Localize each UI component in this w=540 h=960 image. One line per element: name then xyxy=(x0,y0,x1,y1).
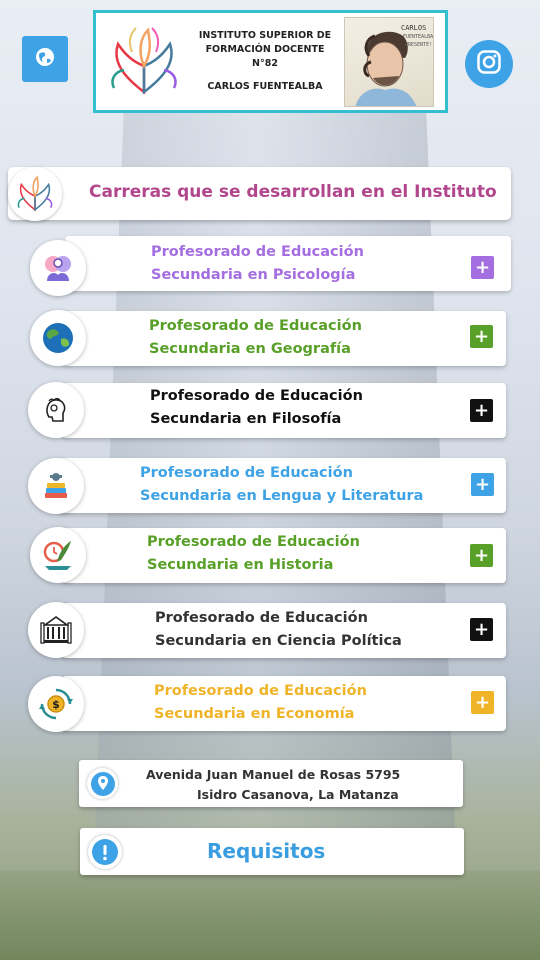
svg-text:PRESENTE!: PRESENTE! xyxy=(405,42,432,48)
address-street: Avenida Juan Manuel de Rosas 5795 xyxy=(146,767,401,782)
info-icon xyxy=(88,835,122,869)
institute-line2: FORMACIÓN DOCENTE N°82 xyxy=(205,43,325,69)
psychology-icon xyxy=(30,240,86,296)
career-label: Profesorado de Educación Secundaria en P… xyxy=(151,244,364,283)
svg-text:FUENTEALBA: FUENTEALBA xyxy=(403,34,433,40)
expand-button[interactable]: + xyxy=(470,544,493,567)
expand-button[interactable]: + xyxy=(471,473,494,496)
career-card-ciencia-politica[interactable]: Profesorado de Educación Secundaria en C… xyxy=(62,603,506,658)
address-card[interactable]: Avenida Juan Manuel de Rosas 5795 Isidro… xyxy=(79,760,463,807)
history-quill-icon xyxy=(30,527,86,583)
books-icon xyxy=(28,458,84,514)
expand-button[interactable]: + xyxy=(471,691,494,714)
career-label: Profesorado de Educación Secundaria en H… xyxy=(147,534,360,573)
careers-title: Carreras que se desarrollan en el Instit… xyxy=(89,182,497,202)
requirements-button[interactable]: Requisitos xyxy=(80,828,464,875)
expand-button[interactable]: + xyxy=(471,256,494,279)
address-locality: Isidro Casanova, La Matanza xyxy=(197,787,399,802)
government-building-icon xyxy=(28,602,84,658)
institute-name: INSTITUTO SUPERIOR DE FORMACIÓN DOCENTE … xyxy=(191,29,339,94)
globe-earth-icon xyxy=(30,310,86,366)
portrait-drawing: CARLOS FUENTEALBA PRESENTE! xyxy=(344,16,434,107)
career-label: Profesorado de Educación Secundaria en L… xyxy=(140,465,424,504)
expand-button[interactable]: + xyxy=(470,399,493,422)
requirements-label: Requisitos xyxy=(207,839,326,863)
careers-title-card: Carreras que se desarrollan en el Instit… xyxy=(8,167,511,221)
career-card-filosofia[interactable]: Profesorado de Educación Secundaria en F… xyxy=(62,383,506,438)
background-grass xyxy=(0,870,540,960)
career-card-psicologia[interactable]: Profesorado de Educación Secundaria en P… xyxy=(65,236,511,291)
career-card-lengua-literatura[interactable]: Profesorado de Educación Secundaria en L… xyxy=(58,458,506,513)
instagram-icon xyxy=(476,49,502,79)
thinker-icon xyxy=(28,382,84,438)
svg-text:CARLOS: CARLOS xyxy=(401,24,426,32)
institute-logo xyxy=(96,14,191,109)
institute-logo-small xyxy=(8,167,62,221)
website-button[interactable] xyxy=(22,36,68,82)
career-label: Profesorado de Educación Secundaria en C… xyxy=(155,610,402,649)
institute-header: INSTITUTO SUPERIOR DE FORMACIÓN DOCENTE … xyxy=(93,10,448,113)
career-label: Profesorado de Educación Secundaria en G… xyxy=(149,318,362,357)
career-card-geografia[interactable]: Profesorado de Educación Secundaria en G… xyxy=(63,311,506,366)
expand-button[interactable]: + xyxy=(470,618,493,641)
career-label: Profesorado de Educación Secundaria en F… xyxy=(150,388,363,427)
economy-coin-icon: $ xyxy=(28,676,84,732)
expand-button[interactable]: + xyxy=(470,325,493,348)
location-pin-icon xyxy=(87,768,118,799)
globe-icon xyxy=(34,46,56,72)
institute-line1: INSTITUTO SUPERIOR DE xyxy=(198,29,332,41)
svg-text:$: $ xyxy=(52,698,60,711)
career-card-economia[interactable]: Profesorado de Educación Secundaria en E… xyxy=(62,676,506,731)
institute-person-name: CARLOS FUENTEALBA xyxy=(207,81,323,93)
career-card-historia[interactable]: Profesorado de Educación Secundaria en H… xyxy=(62,528,506,583)
career-label: Profesorado de Educación Secundaria en E… xyxy=(154,683,367,722)
instagram-button[interactable] xyxy=(465,40,513,88)
